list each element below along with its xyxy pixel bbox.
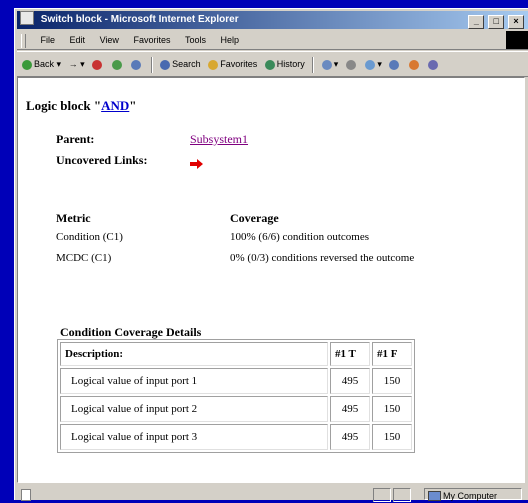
- red-arrow-icon[interactable]: [190, 159, 204, 169]
- table-row: Logical value of input port 1 495 150: [60, 368, 412, 394]
- search-button[interactable]: Search: [160, 52, 201, 76]
- metric-mcdc: MCDC (C1): [56, 252, 112, 264]
- back-label: Back: [34, 59, 55, 69]
- block-name-link[interactable]: AND: [101, 98, 129, 113]
- coverage-header: Coverage: [230, 211, 279, 225]
- parent-label: Parent:: [56, 132, 95, 146]
- row-description: Logical value of input port 2: [60, 396, 328, 422]
- row-true-count: 495: [330, 368, 370, 394]
- toolbar-separator: [312, 56, 315, 73]
- condition-coverage-details-title: Condition Coverage Details: [60, 325, 202, 339]
- history-button[interactable]: History: [264, 52, 305, 76]
- menu-file[interactable]: File: [41, 35, 56, 45]
- messenger-button[interactable]: [408, 52, 421, 76]
- table-row: Logical value of input port 3 495 150: [60, 424, 412, 450]
- research-icon: [428, 59, 439, 70]
- title-bar: Switch block - Microsoft Internet Explor…: [17, 11, 528, 29]
- coverage-condition: 100% (6/6) condition outcomes: [230, 231, 370, 243]
- forward-arrow-icon: →: [68, 59, 78, 69]
- print-button[interactable]: [345, 52, 358, 76]
- browser-window: Switch block - Microsoft Internet Explor…: [14, 8, 528, 502]
- metric-header: Metric: [56, 211, 91, 225]
- home-button[interactable]: [131, 52, 143, 76]
- search-label: Search: [172, 59, 201, 69]
- menu-bar: File Edit View Favorites Tools Help: [17, 31, 528, 50]
- favorites-label: Favorites: [220, 59, 258, 69]
- col-description: Description:: [60, 342, 328, 366]
- back-button[interactable]: Back ▾: [22, 52, 61, 76]
- maximize-button[interactable]: □: [488, 15, 505, 29]
- col-false: #1 F: [372, 342, 412, 366]
- close-button[interactable]: ×: [508, 15, 524, 29]
- page-status-icon: [21, 489, 31, 501]
- history-icon: [264, 59, 275, 70]
- stop-button[interactable]: [92, 52, 104, 76]
- row-description: Logical value of input port 3: [60, 424, 328, 450]
- minimize-button[interactable]: _: [468, 15, 485, 29]
- back-arrow-icon: [22, 59, 32, 70]
- windows-logo-icon: [506, 31, 528, 49]
- coverage-mcdc: 0% (0/3) conditions reversed the outcome: [230, 252, 415, 264]
- mail-icon: [321, 59, 332, 70]
- mail-button[interactable]: ▾: [321, 52, 338, 76]
- print-icon: [345, 59, 356, 70]
- row-false-count: 150: [372, 424, 412, 450]
- menu-grip[interactable]: [21, 33, 26, 48]
- menu-favorites[interactable]: Favorites: [133, 35, 170, 45]
- stop-icon: [92, 59, 103, 70]
- history-label: History: [276, 59, 305, 69]
- refresh-button[interactable]: [111, 52, 124, 76]
- row-false-count: 150: [372, 368, 412, 394]
- parent-link[interactable]: Subsystem1: [190, 132, 248, 147]
- menu-tools[interactable]: Tools: [185, 35, 206, 45]
- edit-button[interactable]: ▾: [365, 52, 382, 76]
- edit-icon: [365, 59, 376, 70]
- table-row: Logical value of input port 2 495 150: [60, 396, 412, 422]
- forward-button[interactable]: → ▾: [69, 52, 85, 76]
- heading-suffix: ": [129, 98, 137, 113]
- research-button[interactable]: [428, 52, 440, 76]
- page-title: Logic block "AND": [26, 98, 137, 114]
- window-title: Switch block - Microsoft Internet Explor…: [40, 14, 239, 25]
- search-icon: [160, 59, 171, 70]
- menu-edit[interactable]: Edit: [70, 35, 86, 45]
- security-zone: My Computer: [424, 488, 522, 501]
- window-controls: _ □ ×: [467, 13, 524, 31]
- favorites-icon: [208, 59, 219, 70]
- page-content: Logic block "AND" Parent: Subsystem1 Unc…: [17, 77, 525, 483]
- table-header-row: Description: #1 T #1 F: [60, 342, 412, 366]
- home-icon: [131, 59, 142, 70]
- refresh-icon: [111, 59, 122, 70]
- uncovered-links-label: Uncovered Links:: [56, 153, 148, 167]
- heading-prefix: Logic block ": [26, 98, 102, 113]
- favorites-button[interactable]: Favorites: [208, 52, 257, 76]
- discuss-icon: [389, 59, 400, 70]
- ie-page-icon: [20, 11, 34, 26]
- messenger-icon: [408, 59, 419, 70]
- row-false-count: 150: [372, 396, 412, 422]
- standard-toolbar: Back ▾ → ▾ Search Favorites History ▾ ▾: [17, 51, 528, 77]
- menu-view[interactable]: View: [100, 35, 119, 45]
- row-description: Logical value of input port 1: [60, 368, 328, 394]
- row-true-count: 495: [330, 396, 370, 422]
- row-true-count: 495: [330, 424, 370, 450]
- col-true: #1 T: [330, 342, 370, 366]
- toolbar-separator: [150, 56, 153, 73]
- menu-help[interactable]: Help: [221, 35, 240, 45]
- metric-condition: Condition (C1): [56, 231, 123, 243]
- condition-coverage-table: Description: #1 T #1 F Logical value of …: [57, 339, 415, 453]
- status-bar: My Computer: [17, 487, 528, 502]
- discuss-button[interactable]: [389, 52, 401, 76]
